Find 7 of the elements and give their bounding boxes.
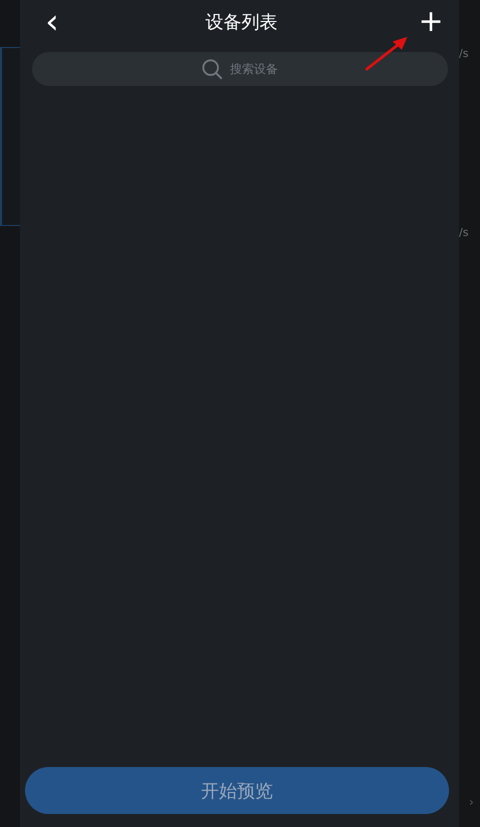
back-button[interactable]: ‹ xyxy=(38,5,66,39)
page-title: 设备列表 xyxy=(204,11,278,34)
add-button[interactable]: + xyxy=(417,7,445,37)
rate-label: /s xyxy=(459,226,468,240)
search-field[interactable]: 搜索设备 xyxy=(32,52,448,86)
chevron-icon: › xyxy=(469,795,474,809)
rate-label: /s xyxy=(459,47,468,61)
